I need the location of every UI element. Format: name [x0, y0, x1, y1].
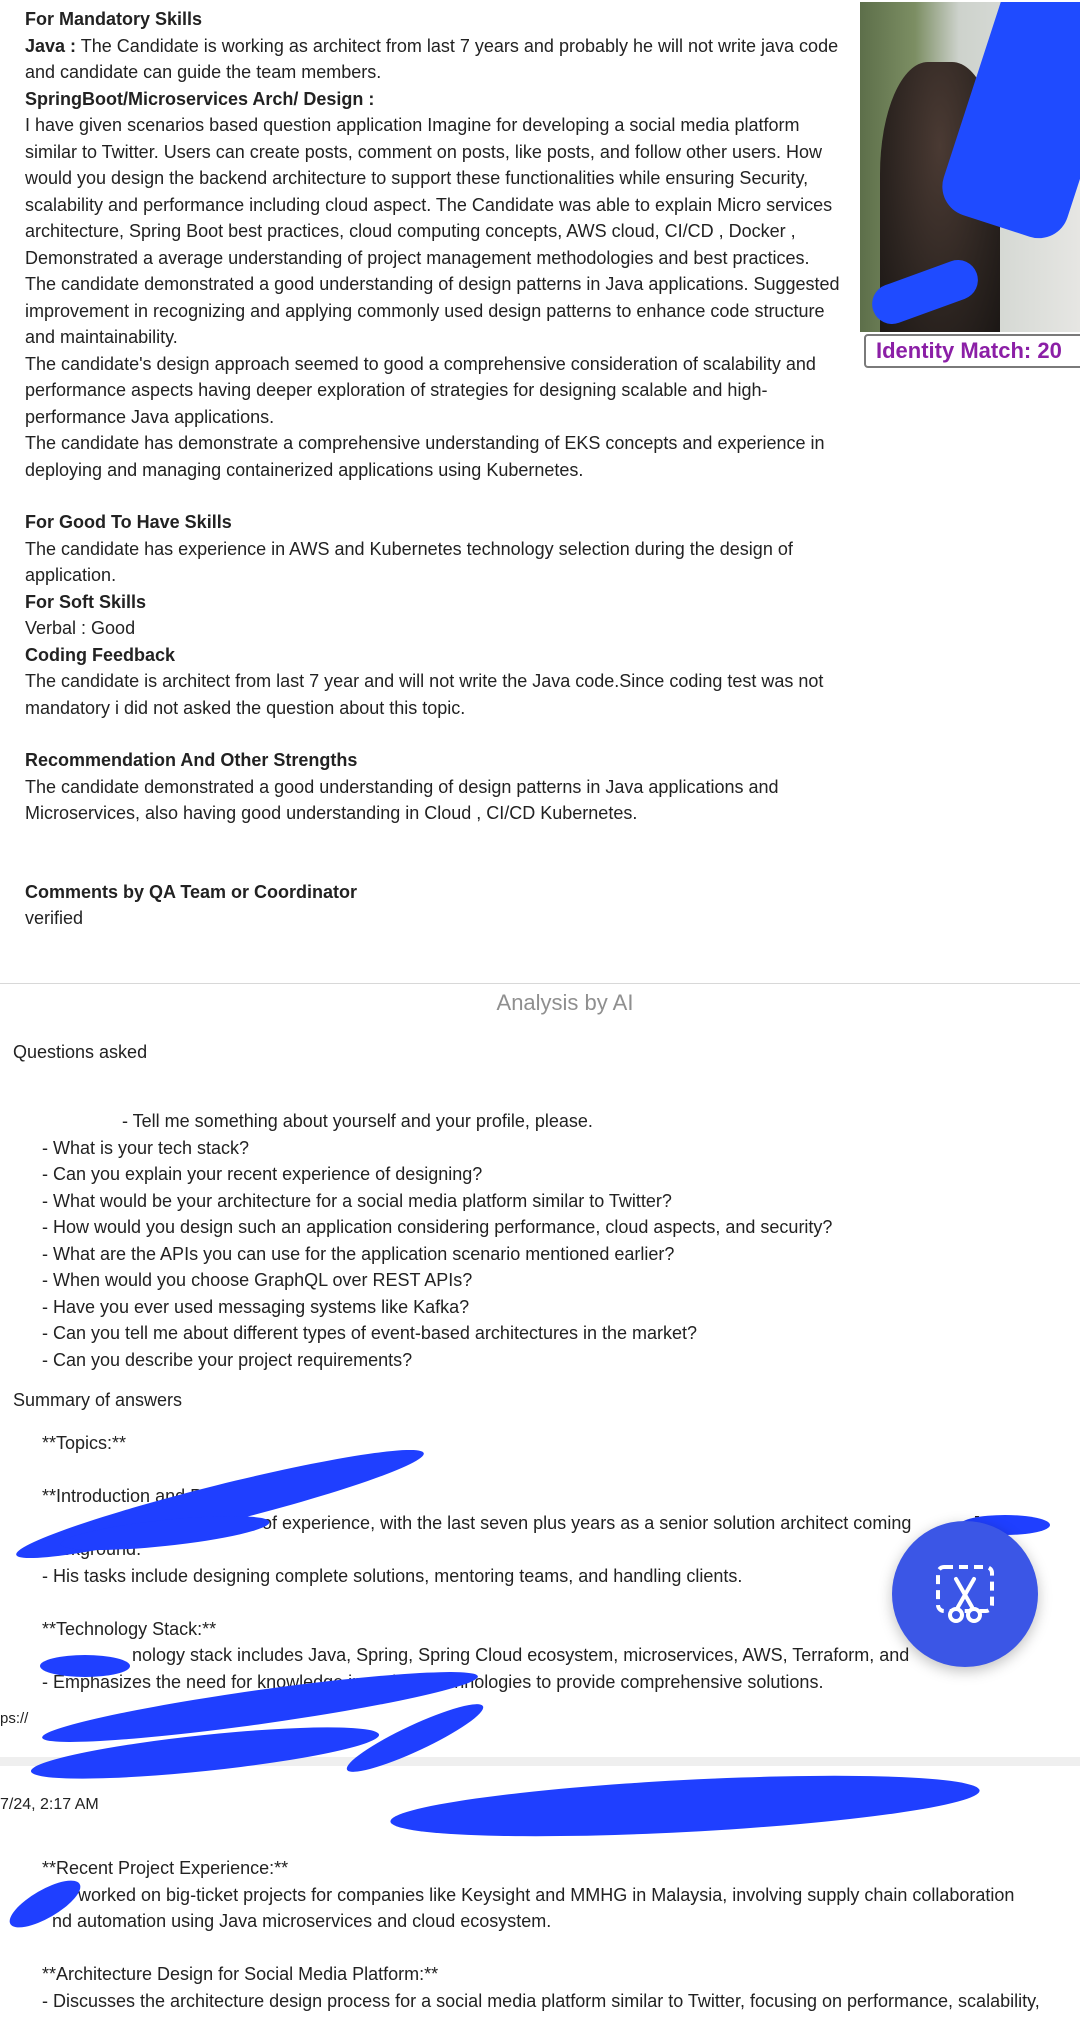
recommendation-text: The candidate demonstrated a good unders…: [25, 776, 779, 824]
summary-recent-line: worked on big-ticket projects for compan…: [78, 1884, 1015, 1905]
question-item: - How would you design such an applicati…: [42, 1217, 833, 1237]
summary-arch-title: **Architecture Design for Social Media P…: [42, 1964, 439, 1984]
candidate-video-thumbnail[interactable]: [860, 2, 1080, 332]
question-item: - What would be your architecture for a …: [42, 1190, 672, 1211]
java-feedback: Java : The Candidate is working as archi…: [25, 33, 845, 86]
question-item: - What are the APIs you can use for the …: [42, 1243, 675, 1264]
summary-tech-line: - Emphasizes the need for knowledge in v…: [42, 1671, 824, 1692]
question-item: - Can you explain your recent experience…: [42, 1164, 483, 1184]
screenshot-capture-button[interactable]: [892, 1521, 1038, 1667]
comments-title: Comments by QA Team or Coordinator: [25, 881, 358, 902]
spring-title: SpringBoot/Microservices Arch/ Design :: [25, 88, 375, 109]
ai-analysis-title: Analysis by AI: [496, 990, 634, 1015]
coding-feedback-title: Coding Feedback: [25, 644, 176, 665]
approach-text: The candidate's design approach seemed t…: [25, 353, 816, 427]
question-item: - Can you describe your project requirem…: [42, 1349, 413, 1370]
good-to-have-text: The candidate has experience in AWS and …: [25, 538, 793, 586]
section-divider: [0, 983, 1080, 984]
eks-text: The candidate has demonstrate a comprehe…: [25, 433, 825, 480]
java-label: Java :: [25, 35, 77, 56]
summary-recent-title: **Recent Project Experience:**: [42, 1858, 289, 1878]
spring-text: I have given scenarios based question ap…: [25, 115, 833, 268]
redaction-mark: [389, 1764, 981, 1848]
summary-recent-line: nd automation using Java microservices a…: [52, 1911, 552, 1931]
question-item: - Have you ever used messaging systems l…: [42, 1296, 470, 1317]
redaction-mark: [40, 1655, 130, 1677]
summary-intro-text: of experience, with the last seven plus …: [262, 1512, 912, 1533]
page-url: ps://: [0, 1710, 29, 1727]
interview-report: For Mandatory Skills Java : The Candidat…: [25, 6, 845, 932]
question-item: - When would you choose GraphQL over RES…: [42, 1270, 473, 1290]
soft-skills-title: For Soft Skills: [25, 591, 147, 612]
summary-answers-continued: **Recent Project Experience:** worked on…: [42, 1855, 1080, 2014]
design-text: The candidate demonstrated a good unders…: [25, 274, 840, 347]
summary-label: Summary of answers: [13, 1390, 183, 1410]
identity-match-label: Identity Match: 20: [864, 334, 1080, 368]
mandatory-skills-title: For Mandatory Skills: [25, 9, 203, 29]
java-text: The Candidate is working as architect fr…: [25, 35, 839, 83]
screenshot-crop-icon: [936, 1565, 994, 1623]
recommendation-title: Recommendation And Other Strengths: [25, 750, 358, 770]
comments-text: verified: [25, 908, 84, 928]
question-item: - Can you tell me about different types …: [42, 1323, 698, 1343]
good-to-have-title: For Good To Have Skills: [25, 512, 232, 532]
question-item: - Tell me something about yourself and y…: [122, 1111, 593, 1131]
summary-topics: **Topics:**: [42, 1433, 127, 1453]
summary-arch-line: - Discusses the architecture design proc…: [42, 1990, 1040, 2011]
questions-asked-label: Questions asked: [13, 1042, 148, 1062]
question-item: - What is your tech stack?: [42, 1137, 250, 1158]
coding-feedback-text: The candidate is architect from last 7 y…: [25, 671, 824, 718]
print-date: 7/24, 2:17 AM: [0, 1796, 99, 1813]
soft-skills-text: Verbal : Good: [25, 618, 136, 638]
questions-list: - Tell me something about yourself and y…: [42, 1108, 832, 1373]
